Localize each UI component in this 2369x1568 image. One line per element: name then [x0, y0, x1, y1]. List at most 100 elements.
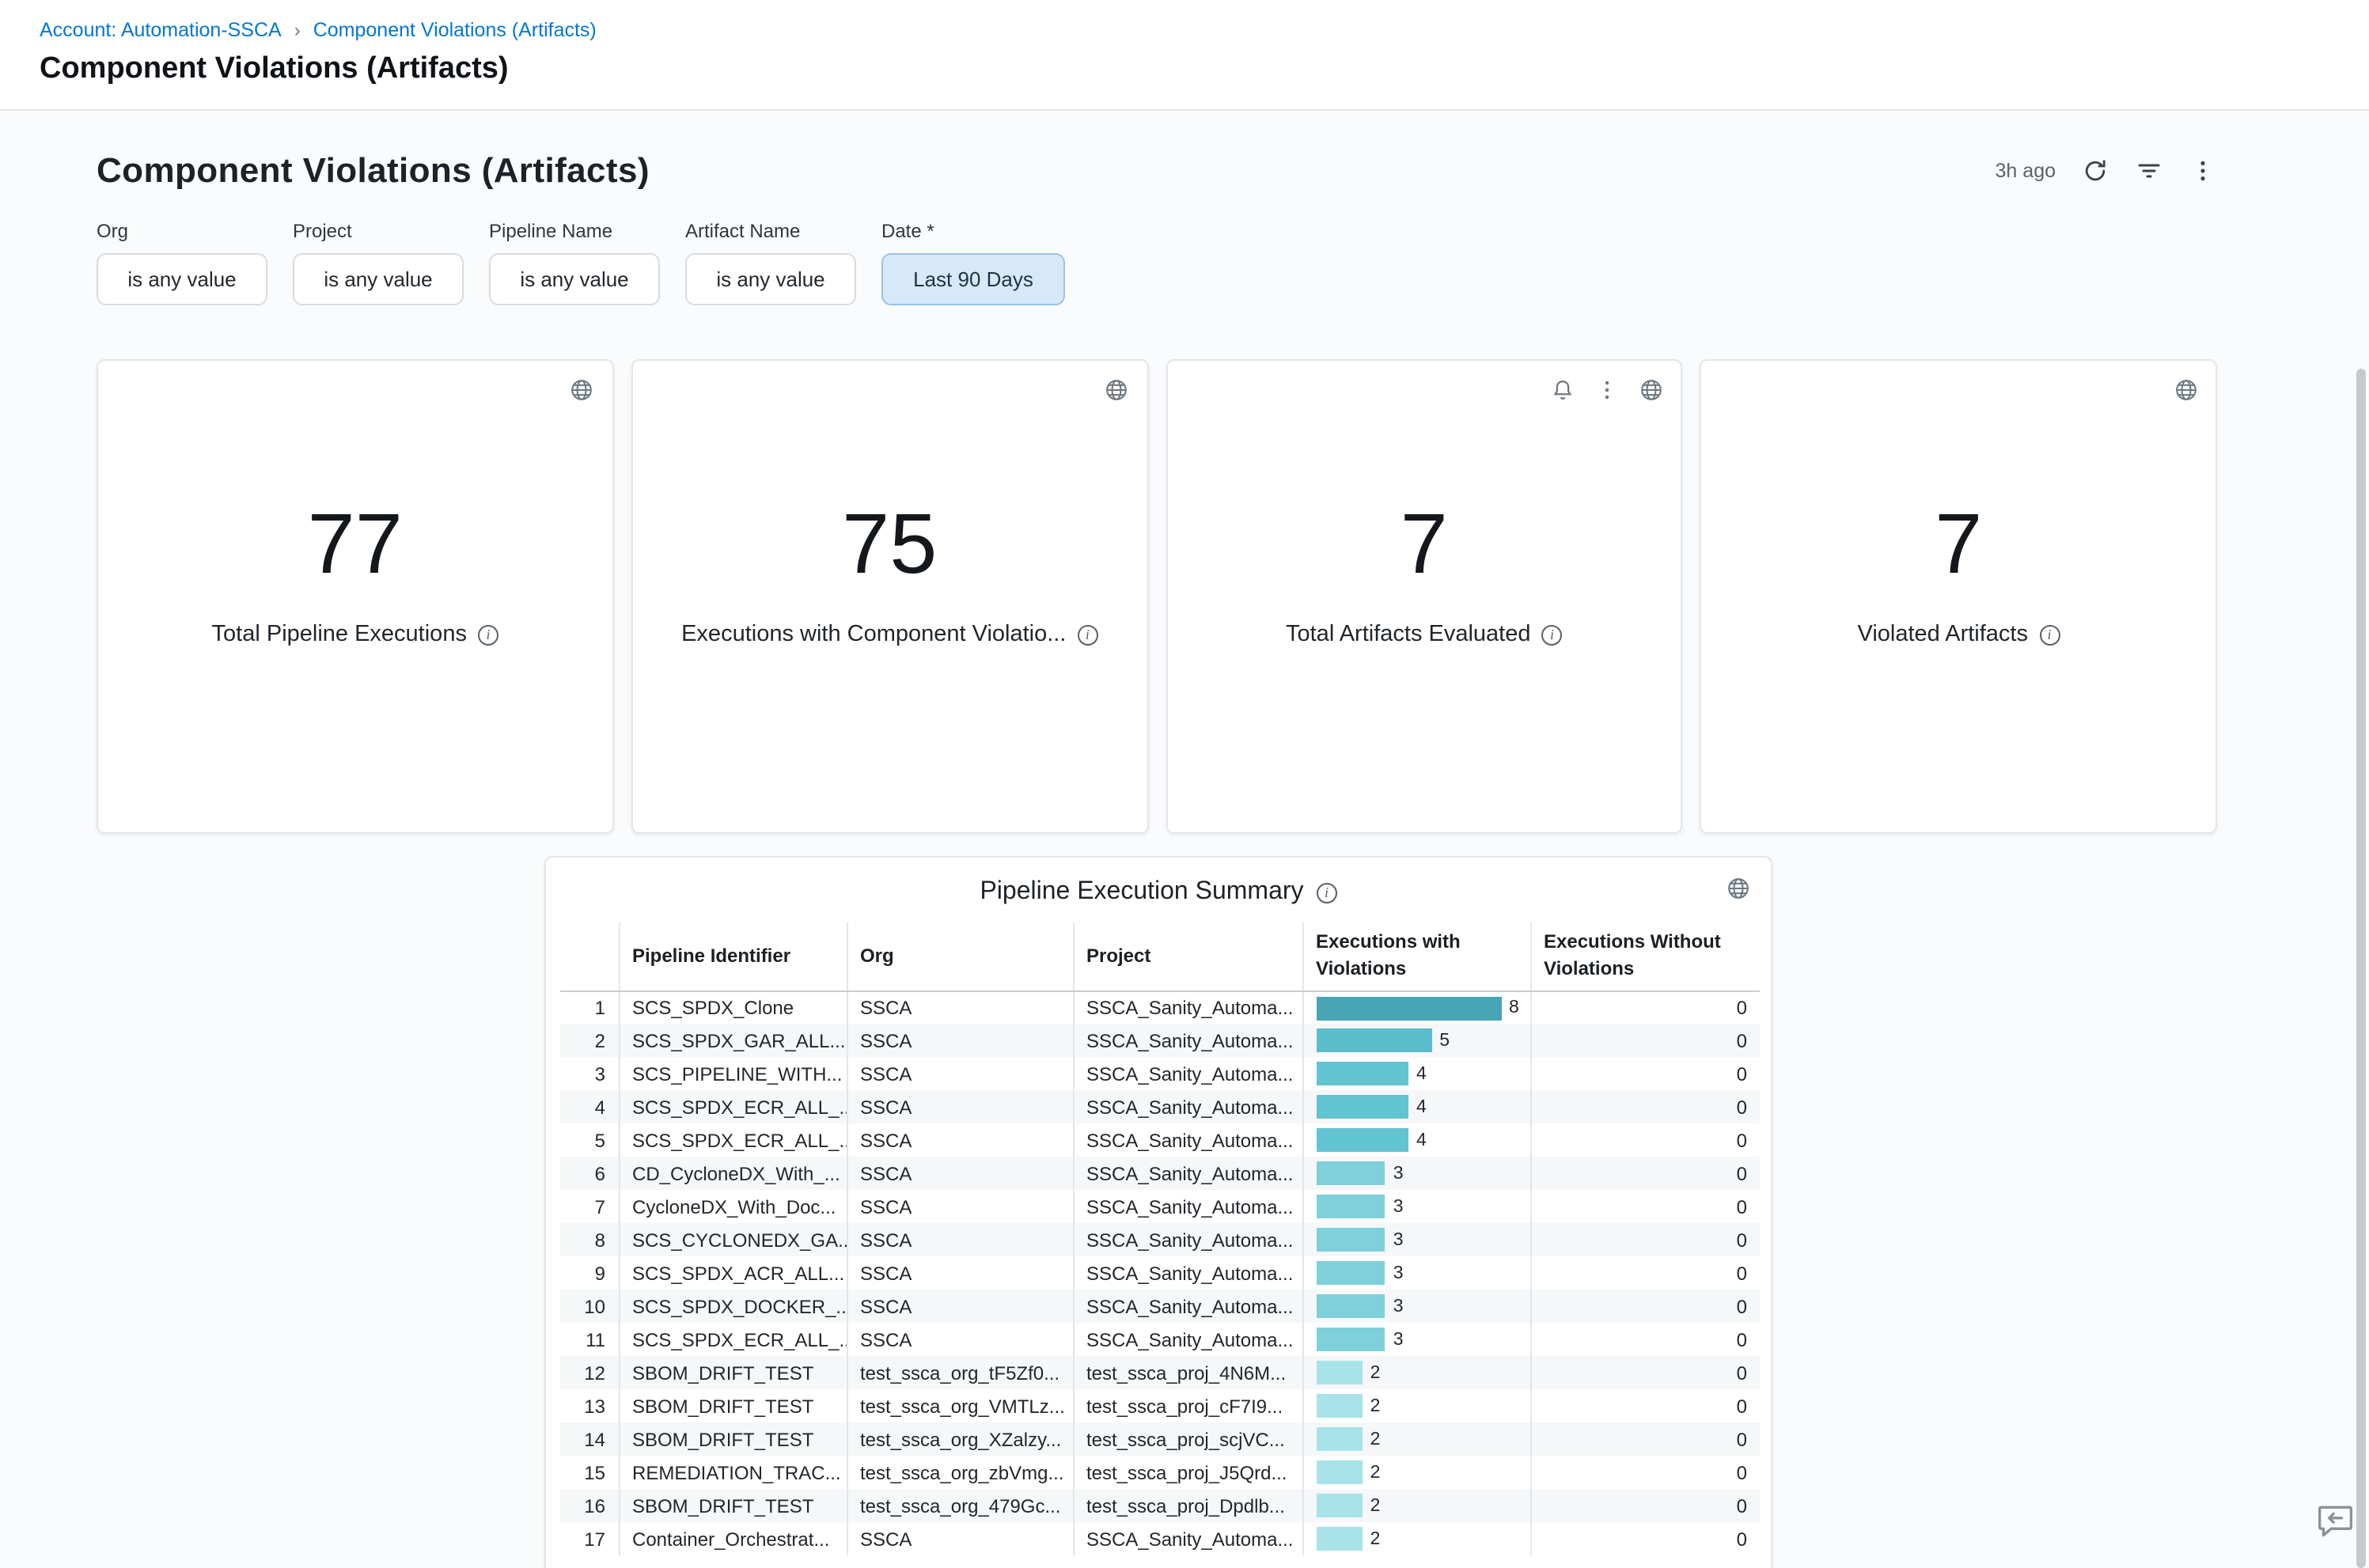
help-chat-icon[interactable]: [2314, 1500, 2356, 1543]
executions-with-violations-cell[interactable]: 4: [1302, 1058, 1530, 1091]
pipeline-identifier-cell[interactable]: SCS_PIPELINE_WITH...: [619, 1058, 847, 1091]
project-cell: SSCA_Sanity_Automa...: [1073, 1091, 1302, 1124]
pipeline-identifier-cell[interactable]: SBOM_DRIFT_TEST: [619, 1390, 847, 1423]
breadcrumb-account-link[interactable]: Account: Automation-SSCA: [40, 19, 282, 41]
project-cell: SSCA_Sanity_Automa...: [1073, 1324, 1302, 1357]
pipeline-identifier-cell[interactable]: SCS_CYCLONEDX_GA...: [619, 1224, 847, 1257]
filter-org-value[interactable]: is any value: [97, 253, 267, 305]
org-cell: test_ssca_org_XZalzy...: [847, 1423, 1073, 1456]
executions-with-violations-cell[interactable]: 8: [1302, 991, 1530, 1025]
violations-bar[interactable]: [1316, 1229, 1385, 1252]
pipeline-identifier-cell[interactable]: SBOM_DRIFT_TEST: [619, 1490, 847, 1523]
col-project[interactable]: Project: [1073, 922, 1302, 991]
pipeline-identifier-cell[interactable]: CD_CycloneDX_With_...: [619, 1157, 847, 1191]
col-executions-without-violations[interactable]: Executions Without Violations: [1530, 922, 1760, 991]
executions-with-violations-cell[interactable]: 2: [1302, 1357, 1530, 1390]
violations-bar[interactable]: [1316, 1062, 1408, 1086]
vertical-scrollbar[interactable]: [2356, 369, 2366, 1568]
info-icon[interactable]: i: [1077, 624, 1097, 645]
violations-bar[interactable]: [1316, 1528, 1363, 1551]
filter-artifact-name-value[interactable]: is any value: [685, 253, 856, 305]
filter-date-value[interactable]: Last 90 Days: [881, 253, 1065, 305]
filter-pipeline-name: Pipeline Name is any value: [489, 220, 660, 305]
violations-bar[interactable]: [1316, 1494, 1363, 1518]
org-cell: SSCA: [847, 1191, 1073, 1224]
pipeline-identifier-cell[interactable]: SBOM_DRIFT_TEST: [619, 1357, 847, 1390]
executions-with-violations-cell[interactable]: 3: [1302, 1290, 1530, 1324]
pipeline-identifier-cell[interactable]: SCS_SPDX_DOCKER_...: [619, 1290, 847, 1324]
row-index: 4: [560, 1091, 619, 1124]
executions-with-violations-cell[interactable]: 2: [1302, 1456, 1530, 1490]
pipeline-identifier-cell[interactable]: SCS_SPDX_GAR_ALL...: [619, 1025, 847, 1058]
pipeline-identifier-cell[interactable]: REMEDIATION_TRAC...: [619, 1456, 847, 1490]
pipeline-identifier-cell[interactable]: SCS_SPDX_ECR_ALL_...: [619, 1124, 847, 1157]
violations-bar[interactable]: [1316, 1195, 1385, 1219]
globe-icon[interactable]: [1102, 375, 1131, 403]
executions-with-violations-cell[interactable]: 2: [1302, 1490, 1530, 1523]
kebab-menu-icon[interactable]: [1593, 375, 1621, 403]
executions-with-violations-cell[interactable]: 5: [1302, 1025, 1530, 1058]
breadcrumb-page-link[interactable]: Component Violations (Artifacts): [313, 19, 597, 41]
violations-value: 2: [1370, 1397, 1381, 1416]
executions-with-violations-cell[interactable]: 3: [1302, 1191, 1530, 1224]
violations-value: 4: [1416, 1065, 1427, 1084]
filter-icon[interactable]: [2135, 157, 2163, 185]
violations-bar[interactable]: [1316, 1029, 1431, 1053]
info-icon[interactable]: i: [478, 624, 498, 645]
info-icon[interactable]: i: [1317, 882, 1337, 903]
pipeline-identifier-cell[interactable]: SBOM_DRIFT_TEST: [619, 1423, 847, 1456]
violations-bar[interactable]: [1316, 1328, 1385, 1352]
executions-with-violations-cell[interactable]: 4: [1302, 1124, 1530, 1157]
executions-with-violations-cell[interactable]: 4: [1302, 1091, 1530, 1124]
executions-with-violations-cell[interactable]: 3: [1302, 1157, 1530, 1191]
col-org[interactable]: Org: [847, 922, 1073, 991]
violations-bar[interactable]: [1316, 1461, 1363, 1485]
executions-with-violations-cell[interactable]: 3: [1302, 1224, 1530, 1257]
info-icon[interactable]: i: [1542, 624, 1563, 645]
violations-bar[interactable]: [1316, 1428, 1363, 1452]
violations-bar[interactable]: [1316, 1162, 1385, 1186]
col-executions-with-violations[interactable]: Executions with Violations: [1302, 922, 1530, 991]
executions-with-violations-cell[interactable]: 2: [1302, 1423, 1530, 1456]
globe-icon[interactable]: [2171, 375, 2200, 403]
pipeline-identifier-cell[interactable]: SCS_SPDX_ACR_ALL...: [619, 1257, 847, 1290]
globe-icon[interactable]: [568, 375, 597, 403]
row-index: 15: [560, 1456, 619, 1490]
pipeline-identifier-cell[interactable]: SCS_SPDX_Clone: [619, 991, 847, 1025]
refresh-icon[interactable]: [2081, 157, 2109, 185]
dashboard-header: Component Violations (Artifacts) 3h ago: [97, 112, 2217, 191]
row-index: 10: [560, 1290, 619, 1324]
globe-icon[interactable]: [1637, 375, 1666, 403]
kpi-label: Total Pipeline Executions: [212, 622, 467, 647]
executions-without-violations-cell: 0: [1530, 1091, 1760, 1124]
violations-bar[interactable]: [1316, 996, 1501, 1020]
info-icon[interactable]: i: [2039, 624, 2060, 645]
alert-bell-icon[interactable]: [1548, 375, 1577, 403]
violations-value: 2: [1370, 1497, 1381, 1516]
pipeline-identifier-cell[interactable]: CycloneDX_With_Doc...: [619, 1191, 847, 1224]
filter-pipeline-name-value[interactable]: is any value: [489, 253, 660, 305]
pipeline-identifier-cell[interactable]: Container_Orchestrat...: [619, 1523, 847, 1556]
violations-value: 3: [1393, 1231, 1404, 1250]
violations-bar[interactable]: [1316, 1295, 1385, 1319]
row-index: 11: [560, 1324, 619, 1357]
kpi-value: 77: [308, 502, 403, 587]
row-index: 5: [560, 1124, 619, 1157]
globe-icon[interactable]: [1723, 873, 1752, 902]
violations-bar[interactable]: [1316, 1395, 1363, 1418]
col-pipeline-identifier[interactable]: Pipeline Identifier: [619, 922, 847, 991]
executions-with-violations-cell[interactable]: 3: [1302, 1324, 1530, 1357]
pipeline-identifier-cell[interactable]: SCS_SPDX_ECR_ALL_...: [619, 1324, 847, 1357]
executions-with-violations-cell[interactable]: 2: [1302, 1390, 1530, 1423]
filter-project-value[interactable]: is any value: [293, 253, 464, 305]
kebab-menu-icon[interactable]: [2189, 157, 2217, 185]
org-cell: SSCA: [847, 1324, 1073, 1357]
executions-with-violations-cell[interactable]: 2: [1302, 1523, 1530, 1556]
violations-bar[interactable]: [1316, 1129, 1408, 1153]
violations-bar[interactable]: [1316, 1362, 1363, 1385]
org-cell: SSCA: [847, 1224, 1073, 1257]
executions-with-violations-cell[interactable]: 3: [1302, 1257, 1530, 1290]
violations-bar[interactable]: [1316, 1096, 1408, 1119]
pipeline-identifier-cell[interactable]: SCS_SPDX_ECR_ALL_...: [619, 1091, 847, 1124]
violations-bar[interactable]: [1316, 1262, 1385, 1286]
